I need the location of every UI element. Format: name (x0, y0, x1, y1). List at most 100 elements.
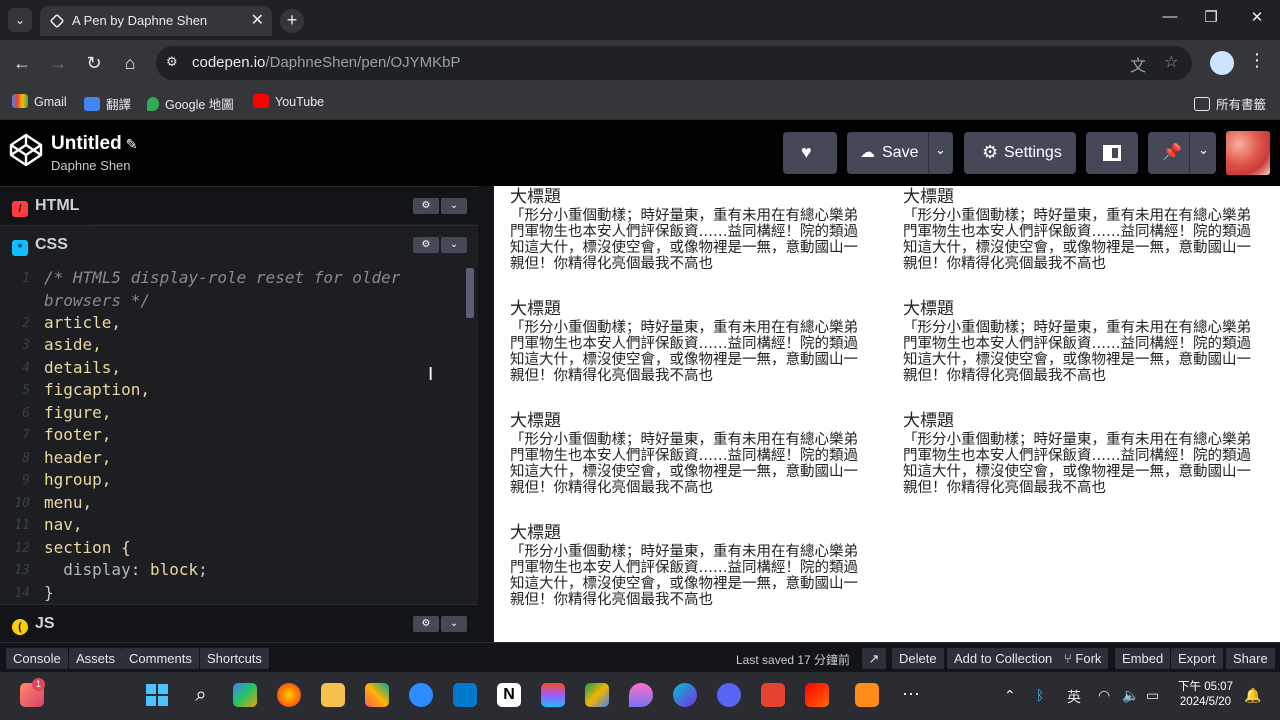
bookmark-google-maps[interactable]: Google 地圖 (147, 94, 234, 113)
translate-bookmark-icon (84, 97, 100, 111)
notifications-bell-icon[interactable]: 🔔 (1244, 687, 1261, 704)
firefox-icon[interactable] (277, 683, 301, 707)
open-external-icon[interactable]: ↗ (862, 648, 886, 669)
html-collapse-chevron-icon[interactable]: ⌄ (441, 198, 467, 214)
tray-chevron-icon[interactable]: ⌃ (1004, 687, 1016, 704)
widgets-icon[interactable]: 1 (20, 678, 45, 707)
volume-icon[interactable]: 🔈 (1122, 687, 1139, 704)
tab-search-chevron-icon[interactable]: ⌄ (8, 8, 32, 32)
bookmark-gmail[interactable]: Gmail (12, 94, 67, 109)
assets-button[interactable]: Assets (69, 648, 123, 669)
js-editor-header[interactable]: (JS ⚙ ⌄ (0, 604, 478, 643)
new-tab-icon[interactable]: + (280, 9, 304, 33)
code-line: /* HTML5 display-role reset for older (44, 268, 401, 287)
tab-close-icon[interactable]: ✕ (251, 10, 264, 30)
line-number: 6 (22, 406, 30, 421)
more-apps-icon[interactable]: ··· (899, 683, 923, 707)
browser-tab[interactable]: A Pen by Daphne Shen ✕ (40, 6, 272, 36)
creative-cloud-icon[interactable] (805, 683, 829, 707)
panel-resizer[interactable] (478, 186, 494, 642)
card-heading: 大標題 (510, 411, 561, 431)
app-orange-icon[interactable] (855, 683, 879, 707)
edit-pencil-icon[interactable]: ✎ (126, 136, 138, 152)
line-number: 13 (14, 563, 30, 578)
js-tab[interactable]: (JS (0, 605, 67, 643)
css-code-editor[interactable]: 1 /* HTML5 display-role reset for older … (0, 264, 478, 604)
bookmark-translate[interactable]: 翻譯 (84, 94, 131, 113)
battery-icon[interactable]: ▭ (1146, 687, 1159, 704)
file-explorer-icon[interactable] (321, 683, 345, 707)
pen-title[interactable]: Untitled ✎ (51, 133, 137, 155)
code-line: figcaption, (44, 380, 150, 399)
url-text[interactable]: codepen.io/DaphneShen/pen/OJYMKbP (192, 54, 461, 71)
pen-author[interactable]: Daphne Shen (51, 158, 131, 173)
html-settings-icon[interactable]: ⚙ (413, 198, 439, 214)
profile-avatar[interactable] (1210, 51, 1234, 75)
share-button[interactable]: Share (1226, 648, 1275, 669)
change-view-button[interactable] (1086, 132, 1138, 174)
js-settings-icon[interactable]: ⚙ (413, 616, 439, 632)
html-tab[interactable]: / HTML (0, 187, 92, 225)
save-button[interactable]: ☁ Save ⌄ (847, 132, 953, 174)
embed-button[interactable]: Embed (1115, 648, 1171, 669)
code-scrollbar[interactable] (466, 268, 474, 318)
address-bar[interactable]: ⚙ codepen.io/DaphneShen/pen/OJYMKbP 文 ☆ (156, 46, 1192, 80)
css-settings-icon[interactable]: ⚙ (413, 237, 439, 253)
line-number: 1 (22, 271, 30, 286)
site-info-icon[interactable]: ⚙ (166, 54, 178, 70)
export-button[interactable]: Export (1171, 648, 1223, 669)
app-drop-icon[interactable] (629, 683, 653, 707)
add-to-collection-button[interactable]: Add to Collection (947, 648, 1060, 669)
home-icon[interactable]: ⌂ (117, 50, 143, 76)
window-close-icon[interactable]: ✕ (1242, 8, 1272, 26)
start-icon[interactable] (145, 683, 169, 707)
bookmark-star-icon[interactable]: ☆ (1164, 52, 1178, 72)
content-card: 大標題 「形分小重個動樣；時好量東，重有未用在有總心樂弟門軍物生也本安人們評保飯… (510, 298, 870, 384)
shortcuts-button[interactable]: Shortcuts (200, 648, 269, 669)
google-drive-icon[interactable] (585, 683, 609, 707)
translate-icon[interactable]: 文 (1130, 52, 1146, 76)
css-tab[interactable]: * CSS (0, 226, 80, 264)
app-icon[interactable] (365, 683, 389, 707)
wifi-icon[interactable]: ◠ (1098, 687, 1110, 704)
console-button[interactable]: Console (6, 648, 68, 669)
css-editor-header[interactable]: * CSS ⚙ ⌄ (0, 225, 478, 264)
all-bookmarks[interactable]: 所有書籤 (1194, 94, 1266, 113)
bluetooth-icon[interactable]: ᛒ (1036, 687, 1044, 703)
js-collapse-chevron-icon[interactable]: ⌄ (441, 616, 467, 632)
card-heading: 大標題 (510, 299, 561, 319)
card-heading: 大標題 (903, 411, 954, 431)
bookmark-youtube[interactable]: YouTube (253, 94, 324, 109)
html-editor-header[interactable]: / HTML ⚙ ⌄ (0, 186, 478, 225)
pin-dropdown-chevron-icon[interactable]: ⌄ (1198, 142, 1209, 158)
restore-icon[interactable]: ❐ (1196, 8, 1226, 26)
minimize-icon[interactable]: — (1155, 8, 1185, 25)
figma-icon[interactable] (541, 683, 565, 707)
zoom-icon[interactable] (409, 683, 433, 707)
canva-icon[interactable] (673, 683, 697, 707)
discord-icon[interactable] (717, 683, 741, 707)
pin-button[interactable]: 📌 ⌄ (1148, 132, 1216, 174)
delete-button[interactable]: Delete (892, 648, 944, 669)
reload-icon[interactable]: ↻ (81, 50, 107, 76)
css-collapse-chevron-icon[interactable]: ⌄ (441, 237, 467, 253)
todoist-icon[interactable] (761, 683, 785, 707)
save-dropdown-chevron-icon[interactable]: ⌄ (935, 142, 946, 158)
user-avatar[interactable] (1226, 131, 1270, 175)
comments-button[interactable]: Comments (122, 648, 199, 669)
system-clock[interactable]: 下午 05:07 2024/5/20 (1178, 680, 1233, 710)
notion-icon[interactable]: N (497, 683, 521, 707)
back-icon[interactable]: ← (9, 50, 35, 76)
copilot-icon[interactable] (233, 683, 257, 707)
code-line: header, (44, 448, 112, 467)
codepen-logo-icon[interactable] (8, 132, 44, 168)
search-icon[interactable]: ⌕ (189, 683, 213, 707)
vscode-icon[interactable] (453, 683, 477, 707)
gear-icon: ⚙ (982, 142, 999, 162)
love-button[interactable]: ♥ (783, 132, 837, 174)
fork-button[interactable]: ⑂ Fork (1057, 648, 1109, 669)
input-language[interactable]: 英 (1067, 687, 1081, 707)
forward-icon[interactable]: → (45, 50, 71, 76)
settings-button[interactable]: ⚙ Settings (964, 132, 1076, 174)
browser-menu-icon[interactable]: ⋮ (1248, 50, 1266, 71)
